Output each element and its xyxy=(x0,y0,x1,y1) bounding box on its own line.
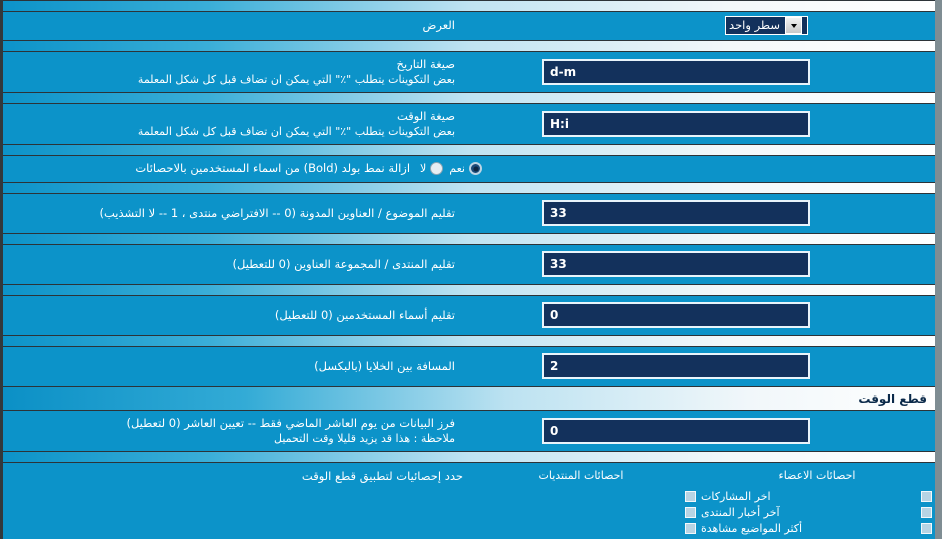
timecut-sort-label: فرز البيانات من يوم العاشر الماضي فقط --… xyxy=(126,415,455,430)
cell-spacing-label: المسافة بين الخلايا (بالبكسل) xyxy=(314,358,455,373)
trim-thread-titles-label: تقليم الموضوع / العناوين المدونة (0 -- ا… xyxy=(99,205,455,220)
trim-forum-titles-input[interactable]: 33 xyxy=(542,251,810,277)
checkbox-icon[interactable] xyxy=(921,490,932,502)
remove-bold-control: نعم لا xyxy=(420,162,935,175)
row-remove-bold: نعم لا ازالة نمط بولد (Bold) من اسماء ال… xyxy=(3,156,935,182)
cell-spacing-input[interactable]: 2 xyxy=(542,353,810,379)
radio-yes-icon[interactable] xyxy=(469,162,482,175)
checkbox-label: أكثر المواضيع مشاهدة xyxy=(701,521,803,535)
chevron-down-icon[interactable] xyxy=(785,17,802,34)
row-trim-forum-titles: 33 تقليم المنتدى / المجموعة العناوين (0 … xyxy=(3,245,935,284)
radio-no-label: لا xyxy=(420,162,427,175)
trim-forum-titles-label: تقليم المنتدى / المجموعة العناوين (0 للت… xyxy=(232,256,455,271)
list-item[interactable]: اخر المشاركات xyxy=(685,488,771,504)
separator-bar xyxy=(3,92,935,104)
remove-bold-yes[interactable]: نعم xyxy=(449,162,482,175)
timecut-sort-labels: فرز البيانات من يوم العاشر الماضي فقط --… xyxy=(3,412,465,450)
separator-bar xyxy=(3,182,935,194)
checkbox-icon[interactable] xyxy=(921,506,932,518)
cell-spacing-control: 2 xyxy=(465,353,935,379)
checkbox-label: آخر أخبار المنتدى xyxy=(701,505,780,519)
separator-bar xyxy=(3,451,935,463)
timecut-stats-chooser: احصائات الاعضاء الاعضاء الجدد اعلى المشا… xyxy=(3,463,935,539)
separator-bar xyxy=(3,284,935,296)
checkbox-icon[interactable] xyxy=(685,522,696,534)
time-format-input[interactable]: H:i xyxy=(542,110,810,137)
separator-bar xyxy=(3,335,935,347)
checkbox-column-header: احصائات المنتديات xyxy=(538,469,624,482)
cell-spacing-labels: المسافة بين الخلايا (بالبكسل) xyxy=(3,355,465,378)
remove-bold-no[interactable]: لا xyxy=(420,162,444,175)
list-item[interactable]: اعلى كتاب المواضيع xyxy=(921,520,935,536)
remove-bold-radio-group: نعم لا xyxy=(420,162,935,175)
checkbox-label: الاعضاء الجدد xyxy=(937,489,942,503)
row-cell-spacing: 2 المسافة بين الخلايا (بالبكسل) xyxy=(3,347,935,386)
display-labels: العرض xyxy=(3,14,465,37)
trim-thread-labels: تقليم الموضوع / العناوين المدونة (0 -- ا… xyxy=(3,202,465,225)
date-format-label: صيغة التاريخ xyxy=(396,56,455,71)
checkbox-icon[interactable] xyxy=(921,522,932,534)
trim-usernames-label: تقليم أسماء المستخدمين (0 للتعطيل) xyxy=(274,307,455,322)
settings-container: سطر واحد العرض d-m صيغة التاريخ بعض التك… xyxy=(3,0,935,539)
checkbox-icon[interactable] xyxy=(685,506,696,518)
date-format-hint: بعض التكوينات يتطلب "٪" التي يمكن ان تضا… xyxy=(137,72,455,86)
checkbox-label: اعلى المشاركين xyxy=(937,506,942,519)
row-trim-usernames: 0 تقليم أسماء المستخدمين (0 للتعطيل) xyxy=(3,296,935,335)
time-format-label: صيغة الوقت xyxy=(396,108,455,123)
remove-bold-label: ازالة نمط بولد (Bold) من اسماء المستخدمي… xyxy=(135,161,411,175)
date-format-labels: صيغة التاريخ بعض التكوينات يتطلب "٪" الت… xyxy=(3,53,465,91)
separator-bar xyxy=(3,144,935,156)
timecut-sort-input[interactable]: 0 xyxy=(542,417,810,444)
trim-usernames-input[interactable]: 0 xyxy=(542,302,810,328)
row-display: سطر واحد العرض xyxy=(3,12,935,40)
display-select-value: سطر واحد xyxy=(729,18,780,32)
trim-thread-control: 33 xyxy=(465,200,935,226)
checkbox-label: اخر المشاركات xyxy=(701,489,771,503)
timecut-sort-note: ملاحظة : هذا قد يزيد قليلا وقت التحميل xyxy=(274,431,455,445)
time-format-control: H:i xyxy=(465,110,935,137)
row-time-format: H:i صيغة الوقت بعض التكوينات يتطلب "٪" ا… xyxy=(3,104,935,144)
timecut-sort-control: 0 xyxy=(465,417,935,444)
chooser-labels: حدد إحصائيات لتطبيق قطع الوقت xyxy=(302,463,463,484)
display-label: العرض xyxy=(422,18,456,32)
list-item[interactable]: أكثر المواضيع مشاهدة xyxy=(685,520,802,536)
trim-forum-labels: تقليم المنتدى / المجموعة العناوين (0 للت… xyxy=(3,253,465,276)
row-timecut-sort: 0 فرز البيانات من يوم العاشر الماضي فقط … xyxy=(3,411,935,451)
separator-bar xyxy=(3,0,935,12)
radio-no-icon[interactable] xyxy=(430,162,444,175)
trim-forum-control: 33 xyxy=(465,251,935,277)
display-control: سطر واحد xyxy=(465,16,935,35)
date-format-input[interactable]: d-m xyxy=(542,58,810,85)
list-item[interactable]: اعلى المشاركين xyxy=(921,504,935,520)
time-format-hint: بعض التكوينات يتطلب "٪" التي يمكن ان تضا… xyxy=(137,124,455,138)
separator-bar xyxy=(3,233,935,245)
row-trim-thread-titles: 33 تقليم الموضوع / العناوين المدونة (0 -… xyxy=(3,194,935,233)
checkbox-icon[interactable] xyxy=(685,490,696,502)
trim-usernames-control: 0 xyxy=(465,302,935,328)
trim-thread-titles-input[interactable]: 33 xyxy=(542,200,810,226)
checkbox-columns: احصائات الاعضاء الاعضاء الجدد اعلى المشا… xyxy=(463,463,935,539)
list-item[interactable]: الاعضاء الجدد xyxy=(921,488,935,504)
checkbox-column-header: احصائات الاعضاء xyxy=(778,469,856,482)
row-date-format: d-m صيغة التاريخ بعض التكوينات يتطلب "٪"… xyxy=(3,52,935,92)
timecut-section-header: قطع الوقت xyxy=(3,386,935,411)
separator-bar xyxy=(3,40,935,52)
admin-settings-page: سطر واحد العرض d-m صيغة التاريخ بعض التك… xyxy=(0,0,942,539)
trim-usernames-labels: تقليم أسماء المستخدمين (0 للتعطيل) xyxy=(3,304,465,327)
checkbox-column-forums: احصائات المنتديات اخر المشاركات آخر أخبا… xyxy=(463,467,802,539)
date-format-control: d-m xyxy=(465,58,935,85)
timecut-section-title: قطع الوقت xyxy=(858,391,927,406)
timecut-chooser-label: حدد إحصائيات لتطبيق قطع الوقت xyxy=(301,469,463,483)
display-select[interactable]: سطر واحد xyxy=(725,16,808,35)
radio-yes-label: نعم xyxy=(449,162,465,175)
checkbox-label: اعلى كتاب المواضيع xyxy=(937,522,942,535)
time-format-labels: صيغة الوقت بعض التكوينات يتطلب "٪" التي … xyxy=(3,105,465,143)
list-item[interactable]: آخر أخبار المنتدى xyxy=(685,504,780,520)
remove-bold-labels: ازالة نمط بولد (Bold) من اسماء المستخدمي… xyxy=(3,157,420,180)
